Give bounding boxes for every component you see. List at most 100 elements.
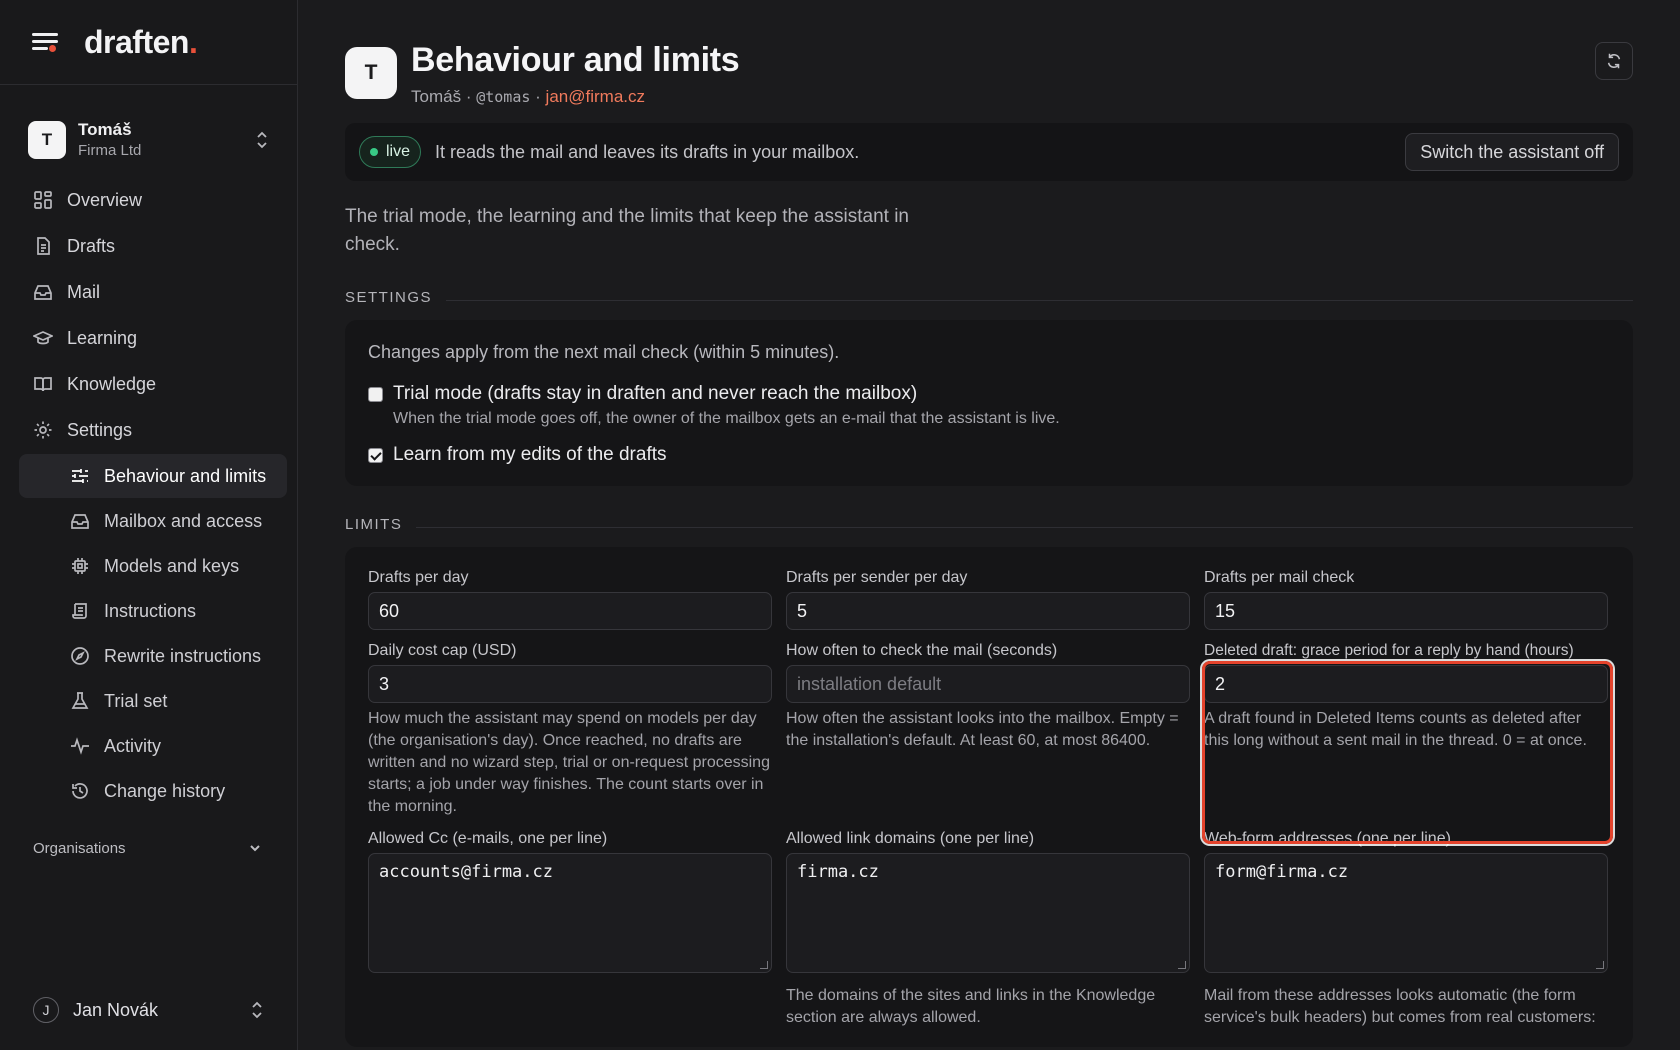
sidebar-item-instructions[interactable]: Instructions (19, 589, 287, 633)
inbox-icon (34, 285, 52, 300)
nav-item-settings[interactable]: Settings (0, 407, 297, 453)
allowed-domains-field: Allowed link domains (one per line) firm… (786, 830, 1190, 1029)
chevron-down-icon (250, 845, 260, 852)
nav-label: Knowledge (67, 373, 157, 394)
daily-cost-cap-input[interactable]: 3 (368, 665, 772, 704)
webform-addresses-help: Mail from these addresses looks automati… (1204, 987, 1596, 1027)
chip-icon (72, 558, 88, 574)
sliders-icon (72, 469, 88, 483)
chevron-up-down-icon (257, 131, 267, 149)
organisations-label: Organisations (33, 839, 126, 857)
menu-icon[interactable] (32, 31, 60, 53)
header-name: Tomáš (411, 87, 462, 107)
sidebar-item-label: Behaviour and limits (104, 465, 267, 486)
allowed-cc-textarea[interactable]: accounts@firma.cz (368, 853, 772, 974)
nav-item-drafts[interactable]: Drafts (0, 223, 297, 269)
inbox-icon (71, 514, 89, 529)
account-switcher[interactable]: T Tomáš Firma Ltd (0, 115, 297, 165)
gear-icon (34, 421, 52, 439)
trial-mode-row: Trial mode (drafts stay in draften and n… (368, 383, 1610, 428)
page-avatar: T (345, 47, 397, 99)
limits-section-heading: LIMITS (345, 516, 1633, 533)
graduation-cap-icon (33, 331, 53, 345)
brand-logo[interactable]: draften. (84, 24, 198, 61)
page-title: Behaviour and limits (411, 41, 740, 79)
header-handle: @tomas (476, 88, 531, 107)
trial-mode-help: When the trial mode goes off, the owner … (393, 410, 1060, 428)
switch-assistant-off-button[interactable]: Switch the assistant off (1405, 133, 1619, 172)
daily-cost-cap-help: How much the assistant may spend on mode… (368, 710, 770, 816)
flask-icon (71, 692, 89, 709)
sidebar: draften. T Tomáš Firma Ltd Overview Draf… (0, 0, 298, 1050)
nav-label: Overview (67, 189, 143, 210)
user-avatar: J (33, 997, 59, 1023)
compass-icon (71, 647, 89, 665)
file-icon (37, 237, 50, 255)
nav-label: Mail (67, 281, 101, 302)
resize-handle-icon[interactable] (760, 961, 768, 970)
check-interval-help: How often the assistant looks into the m… (786, 710, 1179, 750)
drafts-per-day-input[interactable]: 60 (368, 592, 772, 631)
page-subtitle: Tomáš · @tomas · jan@firma.cz (411, 87, 645, 107)
learn-edits-label[interactable]: Learn from my edits of the drafts (393, 444, 667, 466)
grid-icon (34, 191, 52, 209)
nav-item-overview[interactable]: Overview (0, 177, 297, 223)
sidebar-item-label: Trial set (104, 690, 168, 711)
status-bar: live It reads the mail and leaves its dr… (345, 123, 1633, 182)
sidebar-item-activity[interactable]: Activity (19, 724, 287, 768)
sidebar-item-change-history[interactable]: Change history (19, 769, 287, 813)
sidebar-item-rewrite-instructions[interactable]: Rewrite instructions (19, 634, 287, 678)
sidebar-item-label: Models and keys (104, 555, 240, 576)
trial-mode-checkbox[interactable] (368, 387, 383, 403)
user-menu[interactable]: J Jan Novák (0, 992, 298, 1028)
sidebar-item-trial-set[interactable]: Trial set (19, 679, 287, 723)
drafts-per-sender-field: Drafts per sender per day 5 (786, 569, 1190, 631)
sidebar-item-label: Activity (104, 735, 162, 756)
nav-label: Learning (67, 327, 138, 348)
sidebar-item-label: Change history (104, 780, 226, 801)
chevron-up-down-icon (252, 1001, 262, 1019)
drafts-per-check-input[interactable]: 15 (1204, 592, 1608, 631)
nav-item-learning[interactable]: Learning (0, 315, 297, 361)
nav-item-knowledge[interactable]: Knowledge (0, 361, 297, 407)
refresh-button[interactable] (1595, 42, 1633, 80)
check-interval-input[interactable]: installation default (786, 665, 1190, 704)
nav-label: Settings (67, 419, 133, 440)
learn-edits-checkbox[interactable] (368, 448, 383, 464)
live-dot-icon (370, 148, 378, 157)
user-name: Jan Novák (73, 999, 159, 1020)
page-intro: The trial mode, the learning and the lim… (345, 206, 909, 256)
resize-handle-icon[interactable] (1178, 961, 1186, 970)
main-nav: Overview Drafts Mail Learning Knowledge … (0, 177, 297, 863)
webform-addresses-textarea[interactable]: form@firma.cz (1204, 853, 1608, 974)
refresh-icon (1607, 53, 1621, 69)
history-icon (72, 783, 88, 799)
allowed-domains-textarea[interactable]: firma.cz (786, 853, 1190, 974)
daily-cost-cap-field: Daily cost cap (USD) 3 How much the assi… (368, 642, 772, 818)
drafts-per-check-field: Drafts per mail check 15 (1204, 569, 1608, 631)
status-text: It reads the mail and leaves its drafts … (435, 141, 860, 162)
learn-edits-row: Learn from my edits of the drafts (368, 444, 1610, 466)
sidebar-item-behaviour-and-limits[interactable]: Behaviour and limits (19, 454, 287, 498)
organisations-toggle[interactable]: Organisations (0, 833, 297, 863)
page-header: T Behaviour and limits Tomáš · @tomas · … (345, 41, 1633, 107)
sidebar-item-label: Mailbox and access (104, 510, 263, 531)
resize-handle-icon[interactable] (1596, 961, 1604, 970)
scroll-icon (72, 603, 87, 619)
sidebar-item-mailbox-and-access[interactable]: Mailbox and access (19, 499, 287, 543)
nav-label: Drafts (67, 235, 116, 256)
settings-card: Changes apply from the next mail check (… (345, 320, 1633, 487)
status-badge: live (359, 136, 422, 169)
header-email-link[interactable]: jan@firma.cz (546, 87, 645, 106)
allowed-cc-field: Allowed Cc (e-mails, one per line) accou… (368, 830, 772, 1029)
trial-mode-label[interactable]: Trial mode (drafts stay in draften and n… (393, 383, 1060, 405)
settings-section-heading: SETTINGS (345, 289, 1633, 306)
drafts-per-sender-input[interactable]: 5 (786, 592, 1190, 631)
account-name: Tomáš (78, 120, 132, 140)
sidebar-item-models-and-keys[interactable]: Models and keys (19, 544, 287, 588)
nav-item-mail[interactable]: Mail (0, 269, 297, 315)
settings-note: Changes apply from the next mail check (… (368, 342, 840, 363)
account-avatar: T (28, 121, 66, 159)
sidebar-item-label: Instructions (104, 600, 197, 621)
main-content: T Behaviour and limits Tomáš · @tomas · … (345, 0, 1633, 1050)
